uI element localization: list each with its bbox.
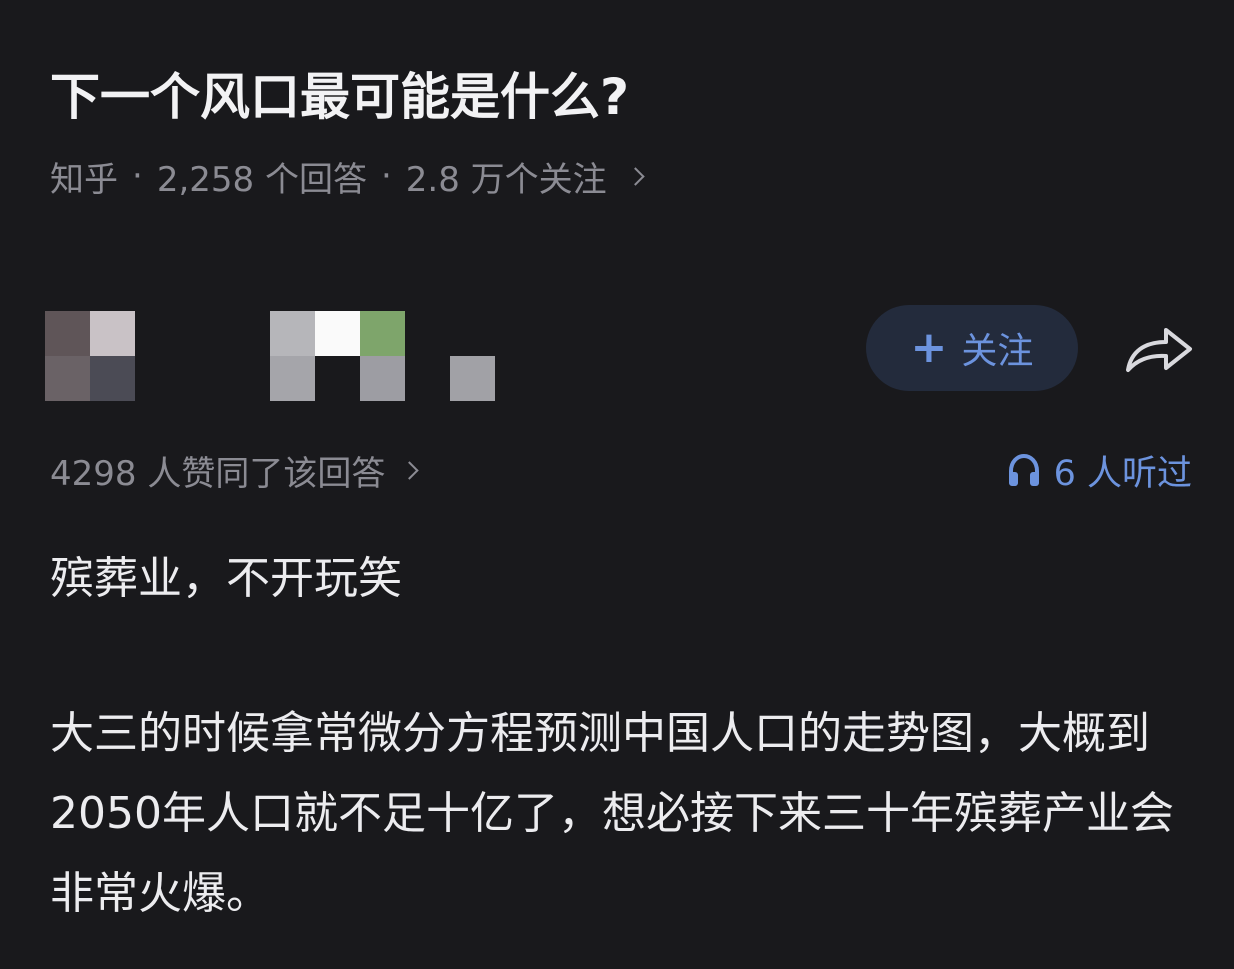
question-title: 下一个风口最可能是什么? — [50, 68, 630, 126]
listen-count[interactable]: 6 人听过 — [1006, 445, 1192, 495]
name-pixel — [270, 356, 315, 401]
share-arrow-icon — [1126, 328, 1192, 372]
name-pixel — [315, 311, 360, 356]
name-pixel — [360, 356, 405, 401]
avatar-pixel — [90, 311, 135, 356]
avatar-pixel — [90, 356, 135, 401]
agree-text: 4298 人赞同了该回答 — [50, 453, 386, 494]
plus-icon: + — [910, 322, 948, 373]
chevron-right-icon — [400, 460, 420, 480]
follow-button[interactable]: + 关注 — [866, 305, 1078, 391]
listen-text: 6 人听过 — [1053, 453, 1192, 494]
name-pixel — [360, 311, 405, 356]
chevron-right-icon — [625, 166, 645, 186]
name-pixel — [270, 311, 315, 356]
answer-content: 殡葬业，不开玩笑 大三的时候拿常微分方程预测中国人口的走势图，大概到2050年人… — [50, 540, 1200, 934]
follower-count: 2.8 万个关注 — [405, 159, 607, 200]
agree-count-link[interactable]: 4298 人赞同了该回答 — [50, 445, 420, 495]
avatar-pixel — [45, 311, 90, 356]
answer-paragraph: 大三的时候拿常微分方程预测中国人口的走势图，大概到2050年人口就不足十亿了，想… — [50, 708, 1174, 919]
question-meta[interactable]: 知乎 · 2,258 个回答 · 2.8 万个关注 — [50, 150, 645, 202]
share-button[interactable] — [1122, 318, 1196, 380]
source-label: 知乎 — [50, 159, 118, 200]
follow-label: 关注 — [961, 331, 1034, 372]
headphones-icon — [1008, 453, 1039, 486]
author-info-pixelated[interactable] — [45, 311, 505, 401]
meta-separator: · — [380, 156, 392, 196]
meta-separator: · — [132, 156, 143, 196]
avatar-pixel — [45, 356, 90, 401]
name-pixel — [450, 356, 495, 401]
answer-count: 2,258 个回答 — [156, 159, 367, 200]
answer-paragraph: 殡葬业，不开玩笑 — [50, 553, 402, 604]
